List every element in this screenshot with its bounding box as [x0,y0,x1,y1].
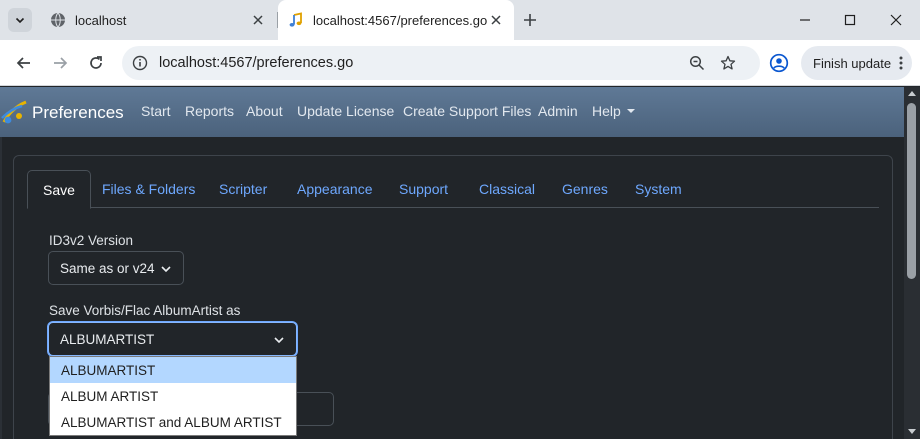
caret-down-icon [626,109,635,113]
minimize-button[interactable] [795,10,815,30]
browser-tab-title: localhost [75,12,127,28]
plus-icon [524,14,536,26]
bookmark-star-icon[interactable] [718,53,738,73]
address-bar[interactable]: localhost:4567/preferences.go [122,46,760,80]
nav-start[interactable]: Start [141,103,171,119]
albumartist-dropdown-list: ALBUMARTIST ALBUM ARTIST ALBUMARTIST and… [49,356,297,436]
top-navbar: Preferences Start Reports About Update L… [0,87,904,137]
scroll-down-arrow-icon[interactable] [908,429,916,434]
tab-files-folders[interactable]: Files & Folders [87,170,210,208]
maximize-button[interactable] [840,10,860,30]
reload-icon [90,56,102,69]
reload-button[interactable] [84,51,108,75]
profile-button[interactable] [768,52,790,74]
dropdown-option[interactable]: ALBUM ARTIST [50,383,296,409]
page-content: Preferences Start Reports About Update L… [0,87,904,439]
navbar-brand[interactable]: Preferences [0,100,124,126]
tab-support[interactable]: Support [384,170,463,208]
left-edge-divider [0,137,2,439]
scroll-up-arrow-icon[interactable] [908,91,916,96]
id3v2-version-select[interactable]: Same as or v24 [48,251,184,285]
new-tab-button[interactable] [520,10,540,30]
browser-toolbar: localhost:4567/preferences.go Finish upd… [0,40,920,86]
tab-system[interactable]: System [620,170,697,208]
maximize-icon [844,14,856,26]
nav-help-label: Help [592,103,621,119]
tab-appearance[interactable]: Appearance [282,170,388,208]
nav-help-dropdown[interactable]: Help [592,103,635,119]
tab-scripter[interactable]: Scripter [204,170,282,208]
app-logo-icon [1,100,27,124]
close-icon [890,14,902,26]
nav-update-license[interactable]: Update License [297,103,394,119]
tab-genres[interactable]: Genres [547,170,623,208]
albumartist-label: Save Vorbis/Flac AlbumArtist as [49,303,241,318]
finish-update-label: Finish update [813,55,892,71]
chevron-down-icon [274,335,284,345]
id3v2-version-label: ID3v2 Version [49,233,134,248]
tab-save[interactable]: Save [27,170,91,209]
dropdown-option[interactable]: ALBUMARTIST and ALBUM ARTIST [50,409,296,435]
nav-admin[interactable]: Admin [538,103,578,119]
zoom-icon[interactable] [687,53,707,73]
tab-search-button[interactable] [8,8,32,32]
nav-create-support-files[interactable]: Create Support Files [403,103,531,119]
tab-classical[interactable]: Classical [464,170,550,208]
arrow-right-icon [54,57,68,69]
chevron-down-icon [15,17,25,24]
arrow-left-icon [16,57,30,69]
albumartist-value: ALBUMARTIST [60,331,155,347]
browser-tab-localhost[interactable]: localhost [40,0,276,40]
close-window-button[interactable] [886,10,906,30]
site-info-icon[interactable] [130,53,150,73]
address-text: localhost:4567/preferences.go [159,55,354,71]
nav-reports[interactable]: Reports [185,103,234,119]
browser-tab-preferences[interactable]: localhost:4567/preferences.go [278,0,514,40]
minimize-icon [800,19,810,21]
forward-button[interactable] [48,51,72,75]
scrollbar-thumb[interactable] [907,103,916,279]
chevron-down-icon [161,264,171,274]
albumartist-select[interactable]: ALBUMARTIST [48,322,297,356]
profile-icon [769,53,789,73]
brand-title: Preferences [32,103,124,122]
dropdown-option[interactable]: ALBUMARTIST [50,357,296,383]
id3v2-version-value: Same as or v24 [60,260,155,276]
finish-update-button[interactable]: Finish update [801,46,912,80]
browser-tab-title: localhost:4567/preferences.go [313,12,488,28]
preferences-tabs: Save Files & Folders Scripter Appearance… [27,170,879,209]
close-tab-icon[interactable] [250,12,266,28]
music-note-icon [288,12,304,28]
back-button[interactable] [12,51,36,75]
globe-icon [50,12,66,28]
close-tab-icon[interactable] [488,12,504,28]
more-vertical-icon [898,55,904,71]
browser-tabstrip: localhost localhost:4567/preferences.go [0,0,920,40]
page-scrollbar[interactable] [904,87,920,439]
nav-about[interactable]: About [246,103,283,119]
